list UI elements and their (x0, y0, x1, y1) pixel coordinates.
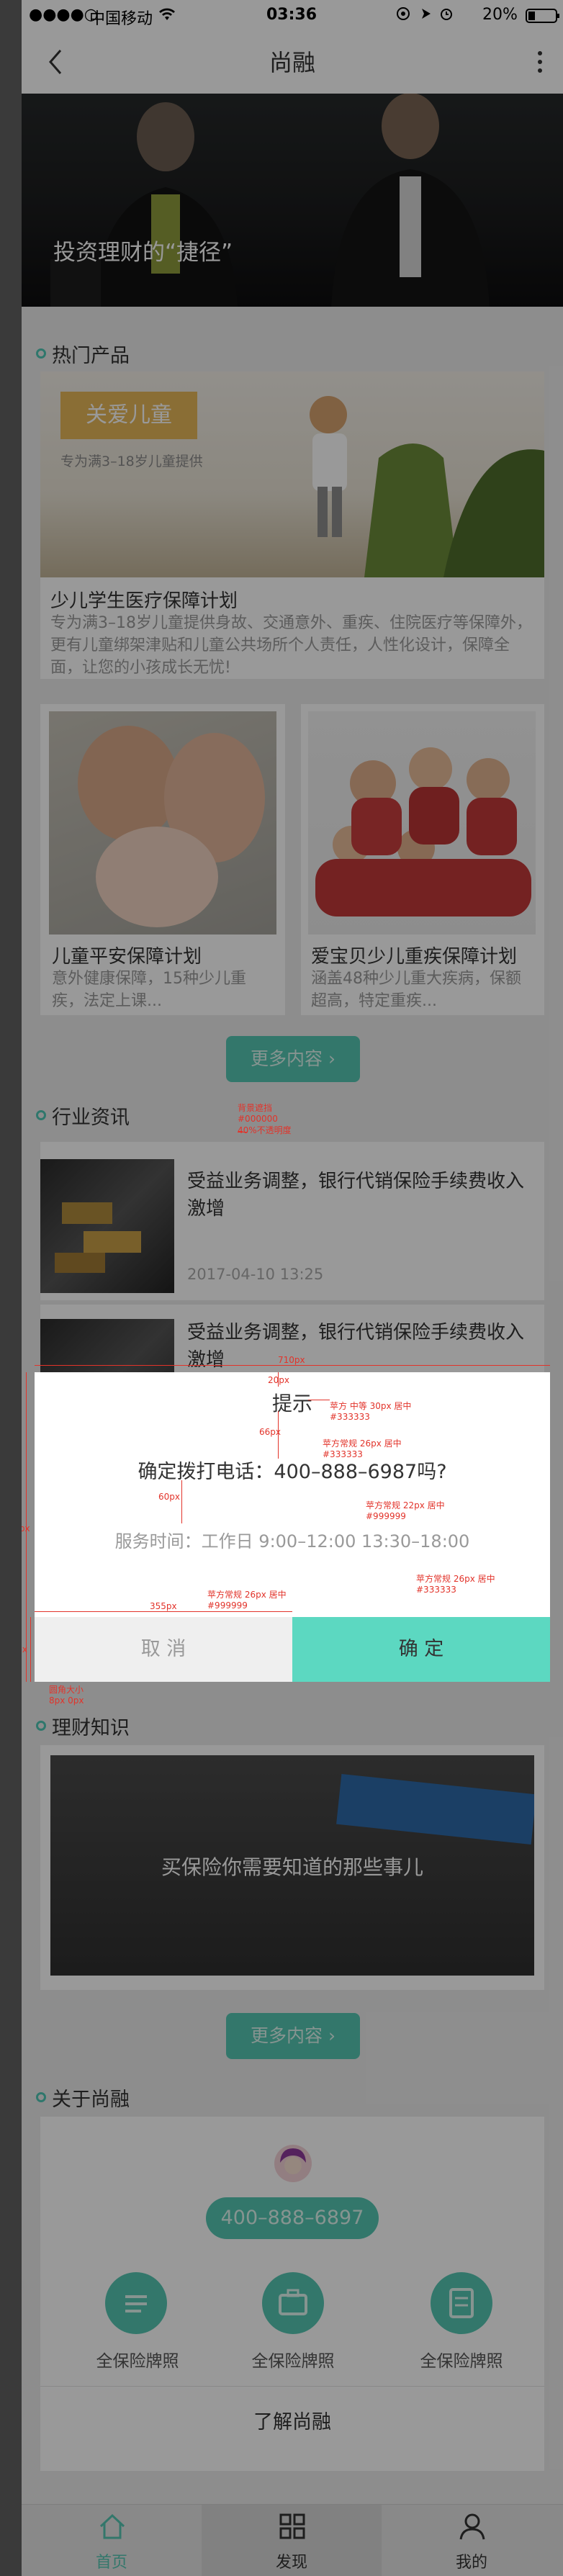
annotation-cancel-spec: 苹方常规 26px 居中 #999999 (207, 1590, 287, 1611)
call-confirm-dialog: 提示 确定拨打电话：400–888–6987吗? 服务时间：工作日 9:00–1… (22, 1355, 550, 1706)
annotation-overlay-spec: 背景遮挡 #000000 40%不透明度 (238, 1103, 292, 1135)
annotation-line (35, 1365, 550, 1366)
annotation-line (35, 1611, 292, 1612)
phone-screen: ●●●●○ 中国移动 03:36 20% 尚融 投资理财的“捷径” 热门产品 关… (22, 0, 563, 2576)
annotation-line (26, 1372, 27, 1682)
dialog-title: 提示 (271, 1392, 312, 1415)
dialog-service-hours: 服务时间：工作日 9:00–12:00 13:30–18:00 (114, 1531, 470, 1552)
annotation-line (278, 1372, 279, 1387)
annotation-message-spec: 苹方常规 26px 居中 #333333 (323, 1438, 402, 1459)
annotation-line (278, 1411, 279, 1459)
annotation-width: 355px (150, 1601, 177, 1611)
annotation-width: 710px (278, 1355, 305, 1365)
confirm-button[interactable]: 确 定 (292, 1617, 550, 1682)
annotation-confirm-spec: 苹方常规 26px 居中 #333333 (416, 1574, 495, 1595)
modal-overlay[interactable] (22, 0, 563, 2576)
annotation-margin: 60px (158, 1492, 180, 1502)
annotation-title-spec: 苹方 中等 30px 居中 #333333 (330, 1401, 412, 1422)
dialog-message: 确定拨打电话：400–888–6987吗? (138, 1461, 447, 1483)
annotation-radius: 圆角大小 8px 0px (49, 1685, 84, 1706)
annotation-sub-spec: 苹方常规 22px 居中 #999999 (366, 1500, 445, 1521)
annotation-line (181, 1480, 182, 1523)
annotation-line (30, 1617, 31, 1682)
cancel-button[interactable]: 取 消 (35, 1617, 292, 1682)
annotation-margin: 20px (268, 1375, 289, 1385)
